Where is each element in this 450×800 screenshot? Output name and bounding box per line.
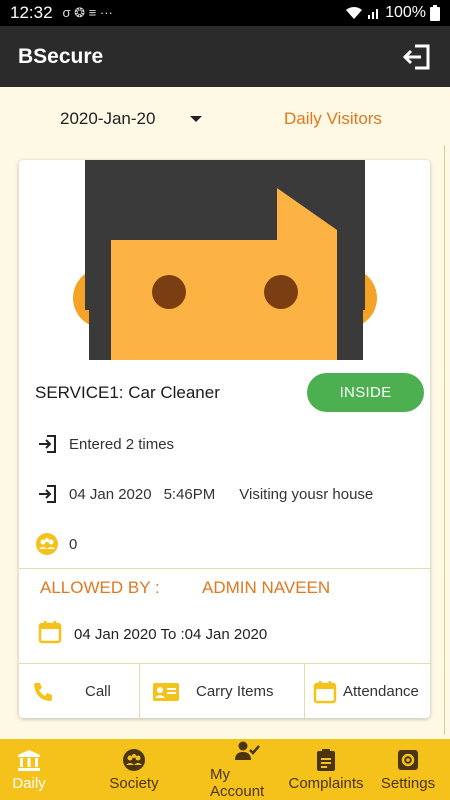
attendance-label: Attendance [343, 683, 419, 700]
nav-complaints[interactable]: Complaints [286, 739, 366, 800]
nav-daily[interactable]: Daily [0, 739, 58, 800]
nav-society[interactable]: Society [58, 739, 210, 800]
carry-items-label: Carry Items [196, 683, 274, 700]
group-row: 0 [35, 532, 77, 556]
signal-icon [368, 9, 379, 19]
validity-row: 04 Jan 2020 To :04 Jan 2020 [38, 620, 267, 648]
dropdown-caret-icon [190, 116, 203, 122]
nav-settings-label: Settings [380, 774, 436, 792]
allowed-by-name: ADMIN NAVEEN [202, 578, 331, 597]
system-tray: 100% [345, 4, 440, 22]
nav-my-account[interactable]: My Account [210, 739, 286, 800]
calendar-icon [38, 620, 62, 648]
validity-range: 04 Jan 2020 To :04 Jan 2020 [74, 625, 268, 643]
card-divider [19, 568, 430, 569]
side-divider [444, 145, 445, 735]
clock: 12:32 [10, 3, 53, 22]
logout-button[interactable] [402, 42, 432, 72]
notification-icons: σ ❂ ≡ ··· [62, 5, 113, 20]
logout-icon [403, 44, 430, 69]
carry-items-button[interactable]: Carry Items [140, 664, 305, 718]
visitor-avatar [73, 160, 377, 360]
app-title: BSecure [18, 44, 104, 68]
id-card-icon [152, 681, 180, 703]
user-check-icon [235, 739, 261, 763]
entry-time-icon [35, 482, 59, 506]
date-dropdown[interactable]: 2020-Jan-20 [60, 109, 203, 129]
app-bar: BSecure [0, 26, 450, 87]
nav-complaints-label: Complaints [288, 774, 364, 792]
filter-row: 2020-Jan-20 Daily Visitors [0, 87, 450, 151]
selected-date: 2020-Jan-20 [60, 109, 156, 128]
visit-purpose: Visiting yousr house [239, 485, 374, 503]
status-badge[interactable]: INSIDE [307, 373, 424, 412]
bottom-nav: Daily Society My Account Complaints Sett… [0, 739, 450, 800]
nav-daily-label: Daily [12, 774, 46, 792]
entry-date: 04 Jan 2020 [69, 485, 152, 503]
clipboard-icon [316, 748, 336, 772]
attendance-calendar-icon [313, 680, 337, 704]
call-button[interactable]: Call [19, 664, 140, 718]
attendance-button[interactable]: Attendance [305, 664, 430, 718]
nav-settings[interactable]: Settings [366, 739, 450, 800]
page-label: Daily Visitors [284, 109, 382, 128]
battery-icon [430, 5, 440, 21]
group-count: 0 [69, 535, 78, 553]
status-bar: 12:32 σ ❂ ≡ ··· 100% [0, 0, 450, 26]
group-icon [35, 532, 59, 556]
entry-time: 5:46PM [163, 485, 216, 503]
visitor-name: SERVICE1: Car Cleaner [35, 383, 220, 402]
visitor-card: SERVICE1: Car Cleaner INSIDE Entered 2 t… [19, 160, 430, 718]
battery-level: 100% [385, 4, 426, 21]
phone-icon [31, 681, 55, 703]
nav-society-label: Society [109, 774, 159, 792]
entries-row: Entered 2 times [35, 432, 174, 456]
entry-count: Entered 2 times [69, 435, 175, 453]
action-bar: Call Carry Items Attendance [19, 663, 430, 718]
wifi-icon [346, 6, 363, 19]
entry-icon [35, 432, 59, 456]
allowed-by-label: ALLOWED BY : [40, 578, 160, 597]
entry-time-row: 04 Jan 2020 5:46PM Visiting yousr house [35, 482, 373, 506]
gear-icon [397, 748, 419, 772]
bank-icon [17, 748, 41, 772]
call-label: Call [85, 683, 111, 700]
nav-my-account-label: My Account [210, 766, 265, 800]
group-icon [122, 748, 146, 772]
